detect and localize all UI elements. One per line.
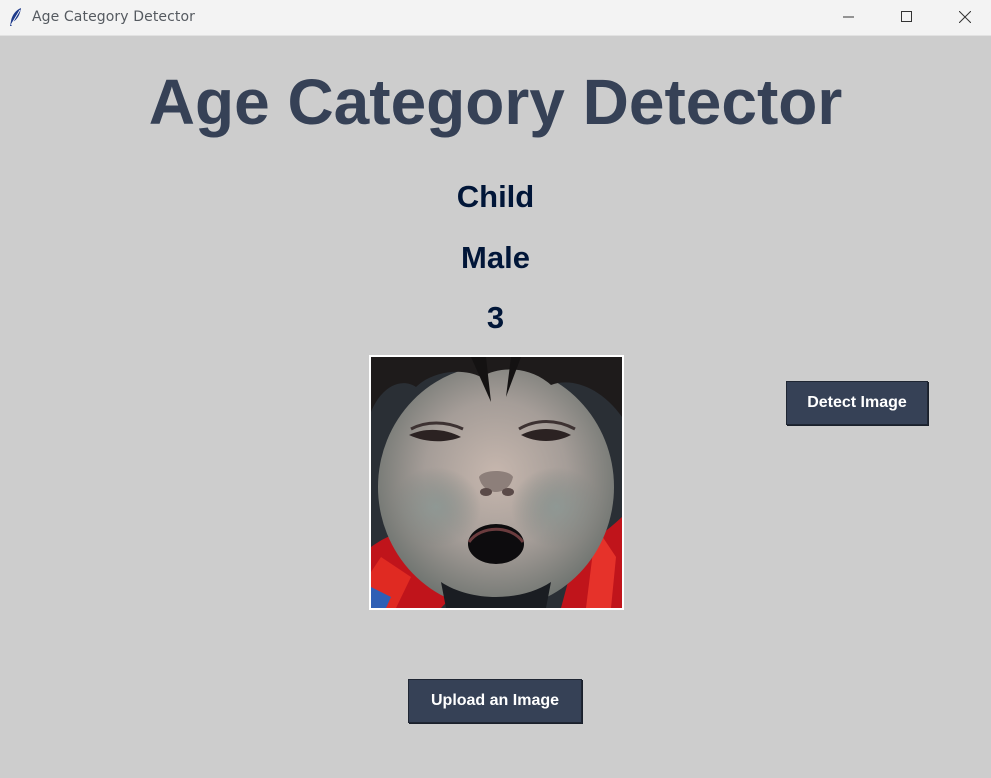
- app-window: Age Category Detector Age Category Detec…: [0, 0, 991, 778]
- detect-image-button[interactable]: Detect Image: [786, 381, 928, 425]
- minimize-icon: [843, 16, 854, 18]
- minimize-button[interactable]: [826, 0, 872, 35]
- age-category-label: Child: [456, 179, 535, 214]
- maximize-icon: [901, 11, 912, 22]
- maximize-button[interactable]: [884, 0, 930, 35]
- close-icon: [959, 11, 971, 23]
- page-title: Age Category Detector: [148, 66, 843, 138]
- window-title: Age Category Detector: [32, 9, 196, 25]
- uploaded-image: [369, 355, 624, 610]
- gender-label: Male: [461, 240, 530, 275]
- feather-icon: [8, 7, 24, 27]
- title-bar[interactable]: Age Category Detector: [0, 0, 991, 36]
- upload-image-button[interactable]: Upload an Image: [408, 679, 582, 723]
- age-label: 3: [486, 300, 505, 335]
- close-button[interactable]: [942, 0, 988, 35]
